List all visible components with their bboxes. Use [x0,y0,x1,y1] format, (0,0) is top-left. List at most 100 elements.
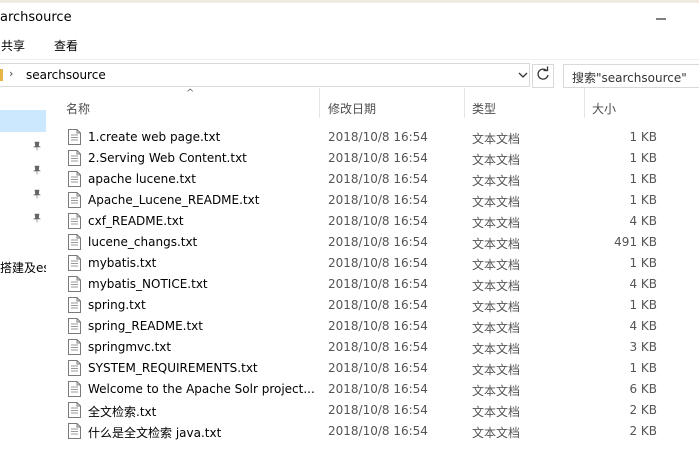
chevron-down-icon[interactable] [516,68,530,82]
file-name: cxf_README.txt [88,214,184,228]
column-divider[interactable] [584,88,585,118]
file-row[interactable]: 2.Serving Web Content.txt 2018/10/8 16:5… [62,148,662,169]
file-date: 2018/10/8 16:54 [328,382,428,396]
text-file-icon [68,276,81,292]
file-size: 4 KB [629,319,657,333]
navigation-pane: 搭建及es( [0,88,54,471]
file-date: 2018/10/8 16:54 [328,298,428,312]
file-row[interactable]: cxf_README.txt 2018/10/8 16:54 文本文档 4 KB [62,211,662,232]
file-size: 1 KB [629,151,657,165]
column-header-size[interactable]: 大小 [592,100,616,117]
file-row[interactable]: mybatis.txt 2018/10/8 16:54 文本文档 1 KB [62,253,662,274]
pin-icon[interactable] [32,189,42,199]
file-type: 文本文档 [472,342,521,356]
file-row[interactable]: Welcome to the Apache Solr project.... 2… [62,379,662,400]
file-row[interactable]: 全文检索.txt 2018/10/8 16:54 文本文档 2 KB [62,400,662,421]
file-size: 491 KB [614,235,657,249]
refresh-icon [537,66,549,80]
column-header-type[interactable]: 类型 [472,100,496,117]
file-type: 文本文档 [472,384,521,398]
minimize-icon [656,18,666,20]
text-file-icon [68,360,81,376]
file-size: 1 KB [629,298,657,312]
text-file-icon [68,192,81,208]
file-date: 2018/10/8 16:54 [328,340,428,354]
file-name: 全文检索.txt [88,405,157,419]
text-file-icon [68,297,81,313]
refresh-button[interactable] [532,64,554,88]
file-name: mybatis.txt [88,256,157,270]
file-name: spring_README.txt [88,319,203,333]
file-row[interactable]: springmvc.txt 2018/10/8 16:54 文本文档 3 KB [62,337,662,358]
nav-selected-item[interactable] [0,110,46,132]
file-name: 2.Serving Web Content.txt [88,151,247,165]
text-file-icon [68,423,81,439]
pin-icon[interactable] [32,213,42,223]
file-date: 2018/10/8 16:54 [328,130,428,144]
file-type: 文本文档 [472,174,521,188]
file-name: Apache_Lucene_README.txt [88,193,260,207]
file-type: 文本文档 [472,363,521,377]
file-row[interactable]: Apache_Lucene_README.txt 2018/10/8 16:54… [62,190,662,211]
tab-share[interactable]: 共享 [1,37,25,54]
address-bar[interactable]: › searchsource [0,63,530,87]
file-size: 1 KB [629,193,657,207]
file-type: 文本文档 [472,405,521,419]
text-file-icon [68,255,81,271]
file-list: ^ 名称 修改日期 类型 大小 1.create web page.txt 20… [46,88,699,471]
column-divider[interactable] [319,88,320,118]
file-name: mybatis_NOTICE.txt [88,277,208,291]
file-date: 2018/10/8 16:54 [328,256,428,270]
file-date: 2018/10/8 16:54 [328,193,428,207]
file-row[interactable]: apache lucene.txt 2018/10/8 16:54 文本文档 1… [62,169,662,190]
pin-icon[interactable] [32,141,42,151]
tab-view[interactable]: 查看 [54,37,78,54]
file-size: 1 KB [629,172,657,186]
text-file-icon [68,129,81,145]
file-date: 2018/10/8 16:54 [328,361,428,375]
column-divider[interactable] [464,88,465,118]
file-date: 2018/10/8 16:54 [328,235,428,249]
file-date: 2018/10/8 16:54 [328,214,428,228]
file-name: spring.txt [88,298,146,312]
column-header-date[interactable]: 修改日期 [328,100,376,117]
file-name: SYSTEM_REQUIREMENTS.txt [88,361,258,375]
file-row[interactable]: spring.txt 2018/10/8 16:54 文本文档 1 KB [62,295,662,316]
file-date: 2018/10/8 16:54 [328,403,428,417]
sort-up-icon: ^ [186,88,195,99]
file-row[interactable]: mybatis_NOTICE.txt 2018/10/8 16:54 文本文档 … [62,274,662,295]
file-type: 文本文档 [472,216,521,230]
file-type: 文本文档 [472,237,521,251]
text-file-icon [68,171,81,187]
file-row[interactable]: SYSTEM_REQUIREMENTS.txt 2018/10/8 16:54 … [62,358,662,379]
file-type: 文本文档 [472,195,521,209]
file-size: 4 KB [629,214,657,228]
window-title: archsource [0,10,72,25]
file-size: 4 KB [629,277,657,291]
file-type: 文本文档 [472,300,521,314]
file-type: 文本文档 [472,258,521,272]
title-bar: archsource [0,3,699,31]
minimize-button[interactable] [638,6,684,32]
search-input[interactable]: 搜索"searchsource" [563,64,699,88]
column-header-name[interactable]: 名称 [66,100,90,117]
file-size: 1 KB [629,130,657,144]
file-row[interactable]: lucene_changs.txt 2018/10/8 16:54 文本文档 4… [62,232,662,253]
file-row[interactable]: spring_README.txt 2018/10/8 16:54 文本文档 4… [62,316,662,337]
file-row[interactable]: 什么是全文检索 java.txt 2018/10/8 16:54 文本文档 2 … [62,421,662,442]
chevron-right-icon[interactable]: › [9,67,13,80]
file-size: 1 KB [629,256,657,270]
file-size: 2 KB [629,424,657,438]
file-name: 1.create web page.txt [88,130,221,144]
file-date: 2018/10/8 16:54 [328,172,428,186]
file-size: 3 KB [629,340,657,354]
file-size: 1 KB [629,361,657,375]
file-type: 文本文档 [472,153,521,167]
file-row[interactable]: 1.create web page.txt 2018/10/8 16:54 文本… [62,127,662,148]
pin-icon[interactable] [32,165,42,175]
file-name: springmvc.txt [88,340,172,354]
ribbon: 共享 查看 [0,31,699,60]
file-name: 什么是全文检索 java.txt [88,426,222,440]
file-size: 6 KB [629,382,657,396]
breadcrumb[interactable]: searchsource [26,68,106,82]
